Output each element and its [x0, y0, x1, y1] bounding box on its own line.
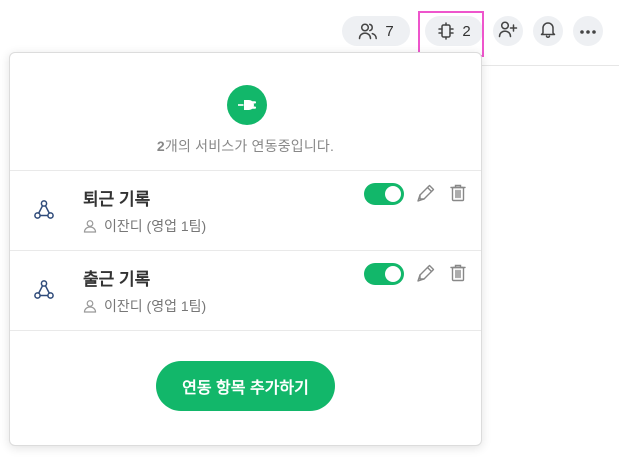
integration-owner: 이잔디 (영업 1팀) — [83, 216, 206, 236]
members-count: 7 — [385, 22, 394, 40]
trash-icon[interactable] — [448, 183, 468, 208]
add-member-button[interactable] — [493, 16, 523, 46]
webhook-icon — [32, 198, 56, 227]
integration-row[interactable]: 출근 기록 이잔디 (영업 1팀) — [10, 251, 481, 331]
integration-toggle[interactable] — [364, 183, 404, 205]
owner-name: 이잔디 (영업 1팀) — [104, 218, 207, 234]
edit-pencil-icon[interactable] — [416, 183, 436, 208]
integration-toggle[interactable] — [364, 263, 404, 285]
summary-text: 개의 서비스가 연동중입니다. — [164, 138, 335, 154]
members-button[interactable]: 7 — [342, 16, 410, 46]
more-button[interactable] — [573, 16, 603, 46]
integrations-highlight — [418, 11, 484, 57]
integration-title: 퇴근 기록 — [83, 190, 151, 209]
integrations-panel: 2개의 서비스가 연동중입니다. 퇴근 기록 이잔디 (영업 1팀) 출근 기록… — [9, 52, 482, 446]
toggle-knob — [385, 186, 401, 202]
add-integration-button[interactable]: 연동 항목 추가하기 — [156, 361, 335, 411]
summary-count: 2 — [156, 138, 165, 154]
integration-owner: 이잔디 (영업 1팀) — [83, 296, 206, 316]
add-user-icon — [498, 20, 518, 43]
toggle-knob — [385, 266, 401, 282]
trash-icon[interactable] — [448, 263, 468, 288]
people-icon — [358, 22, 378, 40]
user-icon — [83, 219, 97, 233]
webhook-icon — [32, 278, 56, 307]
integration-summary: 2개의 서비스가 연동중입니다. — [10, 136, 481, 156]
integration-title: 출근 기록 — [83, 270, 151, 289]
notifications-button[interactable] — [533, 16, 563, 46]
header-divider — [482, 65, 619, 66]
integration-row[interactable]: 퇴근 기록 이잔디 (영업 1팀) — [10, 171, 481, 251]
edit-pencil-icon[interactable] — [416, 263, 436, 288]
user-icon — [83, 299, 97, 313]
plug-badge-icon — [227, 85, 267, 125]
owner-name: 이잔디 (영업 1팀) — [104, 298, 207, 314]
more-dots-icon — [579, 22, 597, 40]
divider — [10, 330, 481, 331]
bell-icon — [539, 20, 557, 43]
